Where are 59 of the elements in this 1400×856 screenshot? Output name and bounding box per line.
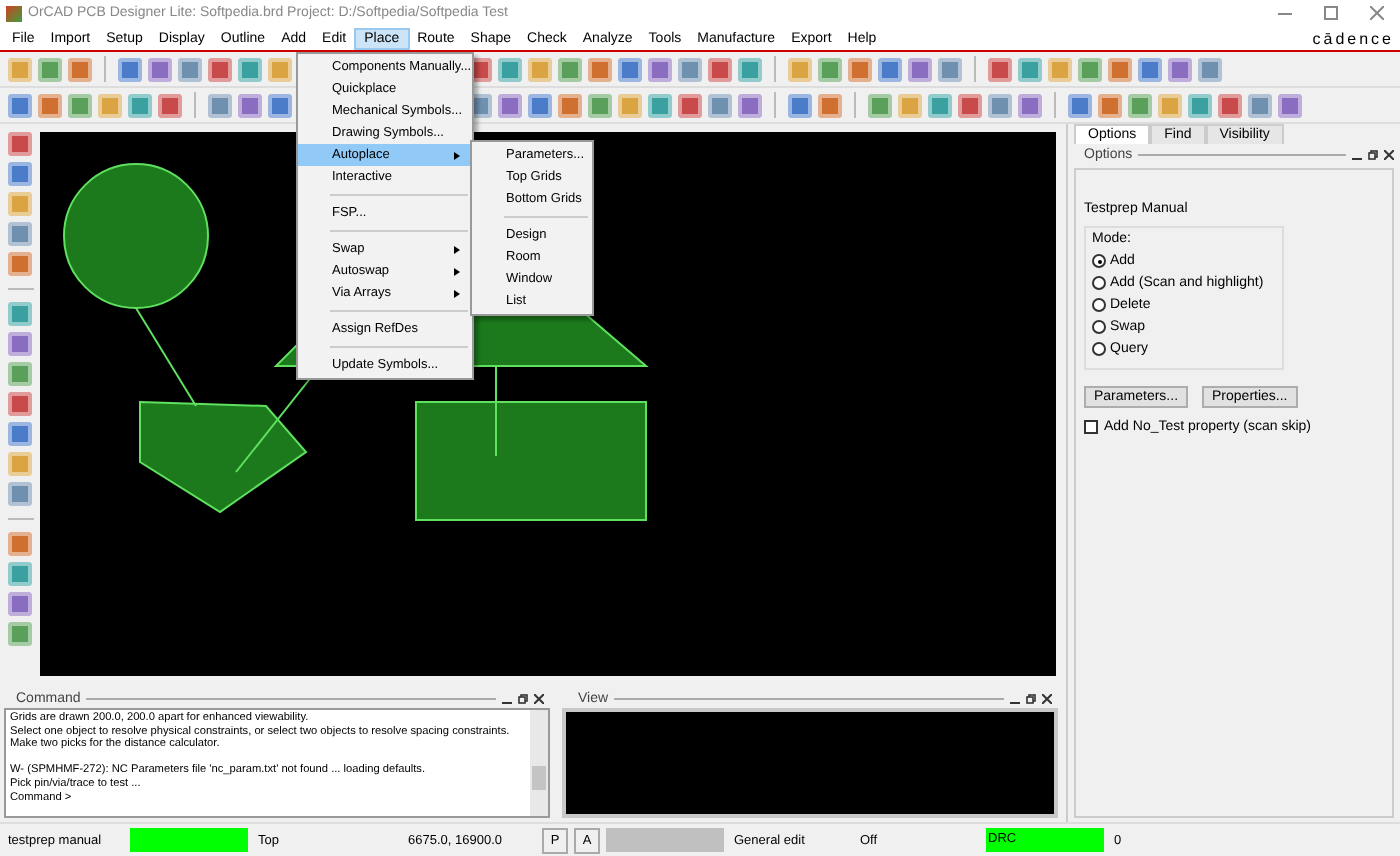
toolbar-button[interactable] [208, 93, 232, 117]
toolbar-button[interactable] [878, 57, 902, 81]
toolbar-button[interactable] [938, 57, 962, 81]
toolbar-button[interactable] [1198, 57, 1222, 81]
toolbar-button[interactable] [708, 57, 732, 81]
close-icon[interactable] [1042, 693, 1052, 703]
toolbar-button[interactable] [1138, 57, 1162, 81]
toolbar-button[interactable] [238, 93, 262, 117]
toolbar-button[interactable] [68, 57, 92, 81]
toolbar-button[interactable] [958, 93, 982, 117]
toolbar-button[interactable] [788, 93, 812, 117]
logo: cādence [1312, 29, 1394, 47]
toolbar-button[interactable] [8, 93, 32, 117]
maximize-icon[interactable] [1324, 6, 1338, 20]
scrollbar[interactable] [530, 710, 548, 816]
toolbar-button[interactable] [988, 57, 1012, 81]
toolbar-button[interactable] [148, 57, 172, 81]
toolbar-button[interactable] [648, 57, 672, 81]
toolbar-button[interactable] [498, 93, 522, 117]
toolbar-button[interactable] [38, 93, 62, 117]
toolbar-button[interactable] [678, 57, 702, 81]
restore-icon[interactable] [1368, 149, 1378, 159]
restore-icon[interactable] [1026, 693, 1036, 703]
radio-button[interactable] [1092, 254, 1106, 268]
toolbar-button[interactable] [118, 57, 142, 81]
toolbar-button[interactable] [178, 57, 202, 81]
radio-button[interactable] [1092, 276, 1106, 290]
radio-button[interactable] [1092, 298, 1106, 312]
toolbar-button[interactable] [1068, 93, 1092, 117]
toolbar-button[interactable] [738, 93, 762, 117]
toolbar-button[interactable] [528, 93, 552, 117]
toolbar-button[interactable] [1168, 57, 1192, 81]
radio-button[interactable] [1092, 342, 1106, 356]
toolbar-button[interactable] [988, 93, 1012, 117]
close-icon[interactable] [1384, 149, 1394, 159]
trace-line [495, 365, 497, 457]
toolbar-button[interactable] [158, 93, 182, 117]
toolbar-button[interactable] [1098, 93, 1122, 117]
toolbar-button[interactable] [1248, 93, 1272, 117]
toolbar-button[interactable] [208, 57, 232, 81]
toolbar-button[interactable] [848, 57, 872, 81]
toolbar-button[interactable] [818, 93, 842, 117]
toolbar-button[interactable] [268, 93, 292, 117]
toolbar-button[interactable] [588, 57, 612, 81]
toolbar-button[interactable] [908, 57, 932, 81]
toolbar-button[interactable] [678, 93, 702, 117]
toolbar-button[interactable] [708, 93, 732, 117]
trace-line [135, 307, 197, 407]
toolbar-button[interactable] [1278, 93, 1302, 117]
toolbar-button[interactable] [618, 57, 642, 81]
toolbar-button[interactable] [1218, 93, 1242, 117]
checkbox[interactable] [1084, 420, 1098, 434]
restore-icon[interactable] [518, 693, 528, 703]
toolbar-button[interactable] [1108, 57, 1132, 81]
toolbar-button[interactable] [1018, 93, 1042, 117]
toolbar-button[interactable] [558, 93, 582, 117]
radio-button[interactable] [1092, 320, 1106, 334]
app-icon [6, 5, 22, 21]
close-icon[interactable] [534, 693, 544, 703]
